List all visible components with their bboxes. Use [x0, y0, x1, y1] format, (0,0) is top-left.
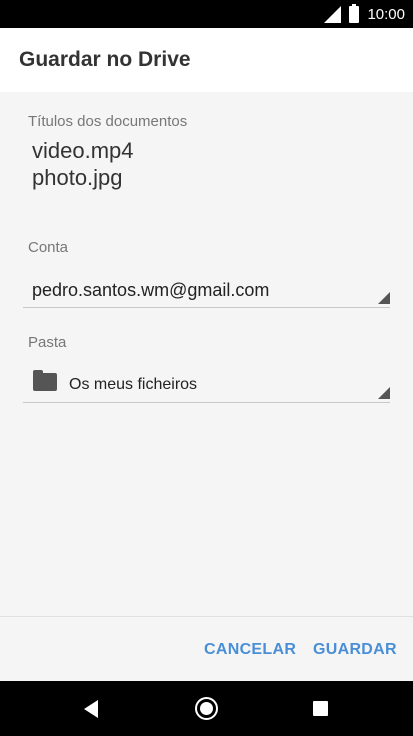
save-button[interactable]: GUARDAR: [313, 641, 397, 659]
status-time: 10:00: [367, 5, 405, 23]
folder-value: Os meus ficheiros: [69, 376, 198, 393]
folder-icon: [33, 370, 57, 391]
account-dropdown[interactable]: pedro.santos.wm@gmail.com: [23, 268, 390, 308]
signal-icon: [324, 5, 342, 23]
documents-label: Títulos dos documentos: [28, 113, 188, 130]
battery-icon: [349, 3, 360, 23]
home-icon[interactable]: [195, 697, 218, 720]
dropdown-triangle-icon: [378, 292, 390, 304]
dialog-title: Guardar no Drive: [19, 48, 191, 71]
dropdown-triangle-icon: [378, 387, 390, 399]
status-bar: 10:00: [0, 0, 413, 28]
cancel-button[interactable]: CANCELAR: [204, 641, 296, 659]
dialog-body: Títulos dos documentos video.mp4 photo.j…: [0, 92, 413, 616]
dialog-header: Guardar no Drive: [0, 28, 413, 92]
dialog-actions: CANCELAR GUARDAR: [0, 616, 413, 681]
document-name: video.mp4: [32, 138, 134, 163]
folder-dropdown[interactable]: Os meus ficheiros: [23, 363, 390, 403]
back-icon[interactable]: [84, 700, 98, 718]
account-label: Conta: [28, 239, 69, 256]
navigation-bar: [0, 681, 413, 736]
folder-label: Pasta: [28, 334, 67, 351]
document-name: photo.jpg: [32, 165, 123, 190]
account-value: pedro.santos.wm@gmail.com: [32, 280, 270, 300]
recent-apps-icon[interactable]: [313, 701, 328, 716]
